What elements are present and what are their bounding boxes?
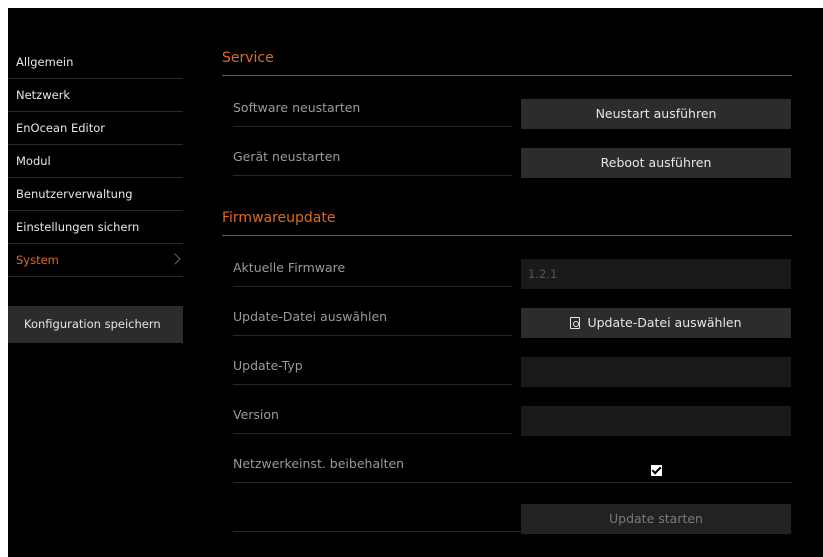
- update-type-label: Update-Typ: [233, 347, 512, 385]
- firmware-section-title: Firmwareupdate: [222, 204, 792, 236]
- sidebar-item-allgemein[interactable]: Allgemein: [8, 46, 183, 79]
- update-file-label: Update-Datei auswählen: [233, 298, 512, 336]
- version-row: Version: [222, 396, 792, 445]
- sidebar-item-label: Benutzerverwaltung: [16, 187, 133, 201]
- software-restart-button[interactable]: Neustart ausführen: [521, 99, 791, 129]
- device-reboot-button[interactable]: Reboot ausführen: [521, 148, 791, 178]
- sidebar-item-modul[interactable]: Modul: [8, 145, 183, 178]
- file-upload-icon: [570, 317, 581, 329]
- sidebar-item-enocean-editor[interactable]: EnOcean Editor: [8, 112, 183, 145]
- start-update-row: Update starten: [222, 494, 792, 543]
- version-label: Version: [233, 396, 512, 434]
- keep-network-checkbox[interactable]: [650, 465, 662, 476]
- service-section-title: Service: [222, 44, 792, 76]
- select-update-file-button[interactable]: Update-Datei auswählen: [521, 308, 791, 338]
- sidebar-item-einstellungen-sichern[interactable]: Einstellungen sichern: [8, 211, 183, 244]
- keep-network-row: Netzwerkeinst. beibehalten: [222, 445, 792, 494]
- current-firmware-row: Aktuelle Firmware 1.2.1: [222, 249, 792, 298]
- main-content: Service Software neustarten Neustart aus…: [222, 44, 792, 543]
- sidebar-item-label: Allgemein: [16, 55, 74, 69]
- update-type-field: [521, 357, 791, 387]
- device-restart-label: Gerät neustarten: [233, 138, 512, 176]
- sidebar-item-netzwerk[interactable]: Netzwerk: [8, 79, 183, 112]
- sidebar-item-system[interactable]: System: [8, 244, 183, 277]
- select-update-file-button-label: Update-Datei auswählen: [587, 315, 742, 330]
- app-window: Allgemein Netzwerk EnOcean Editor Modul …: [8, 8, 823, 557]
- update-type-row: Update-Typ: [222, 347, 792, 396]
- device-restart-row: Gerät neustarten Reboot ausführen: [222, 138, 792, 187]
- software-restart-label: Software neustarten: [233, 89, 512, 127]
- sidebar-item-label: EnOcean Editor: [16, 121, 106, 135]
- sidebar-item-benutzerverwaltung[interactable]: Benutzerverwaltung: [8, 178, 183, 211]
- sidebar-item-label: Einstellungen sichern: [16, 220, 140, 234]
- current-firmware-field: 1.2.1: [521, 259, 791, 289]
- start-update-button[interactable]: Update starten: [521, 504, 791, 534]
- software-restart-row: Software neustarten Neustart ausführen: [222, 89, 792, 138]
- update-file-row: Update-Datei auswählen Update-Datei ausw…: [222, 298, 792, 347]
- sidebar: Allgemein Netzwerk EnOcean Editor Modul …: [8, 46, 183, 277]
- current-firmware-label: Aktuelle Firmware: [233, 249, 512, 287]
- chevron-right-icon: [169, 253, 181, 265]
- sidebar-item-label: System: [16, 253, 59, 267]
- version-field: [521, 406, 791, 436]
- sidebar-item-label: Modul: [16, 154, 51, 168]
- sidebar-item-label: Netzwerk: [16, 88, 71, 102]
- save-configuration-button[interactable]: Konfiguration speichern: [8, 306, 183, 343]
